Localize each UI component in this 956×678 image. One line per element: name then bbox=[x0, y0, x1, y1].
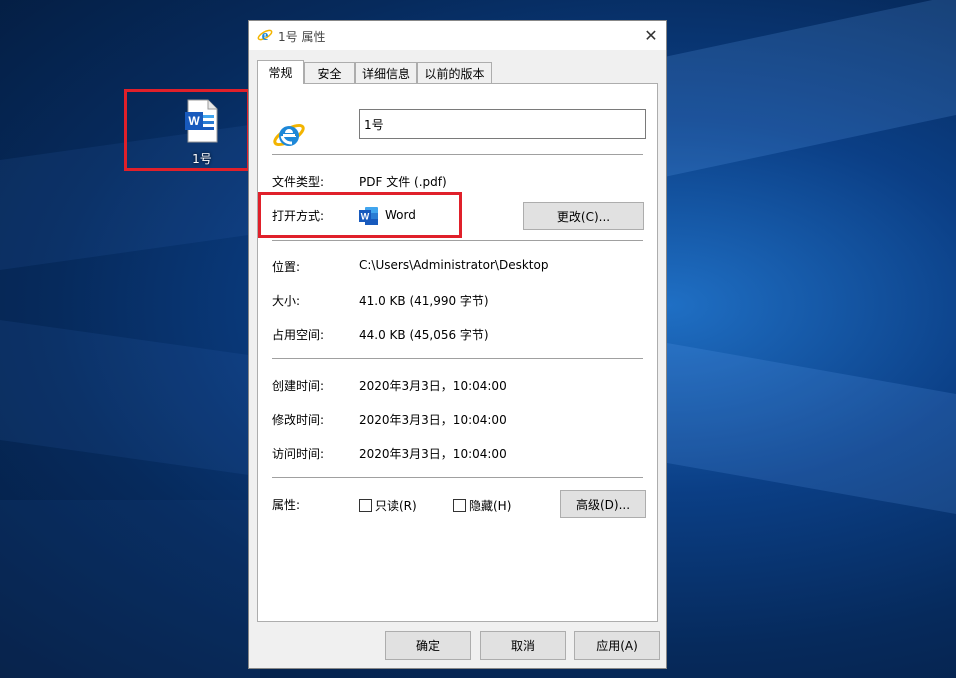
location-label: 位置: bbox=[272, 260, 301, 274]
tab-general[interactable]: 常规 bbox=[257, 60, 304, 84]
created-value: 2020年3月3日，10:04:00 bbox=[359, 379, 507, 393]
readonly-checkbox[interactable] bbox=[359, 499, 372, 512]
title-bar[interactable]: e 1号 属性 ✕ bbox=[249, 21, 666, 50]
separator bbox=[272, 477, 643, 478]
size-on-disk-label: 占用空间: bbox=[272, 328, 325, 342]
svg-text:W: W bbox=[188, 114, 200, 128]
tab-security[interactable]: 安全 bbox=[304, 62, 355, 83]
advanced-button[interactable]: 高级(D)... bbox=[560, 490, 646, 518]
hidden-checkbox[interactable] bbox=[453, 499, 466, 512]
cancel-button[interactable]: 取消 bbox=[480, 631, 566, 660]
svg-text:e: e bbox=[262, 28, 269, 43]
hidden-checkbox-label[interactable]: 隐藏(H) bbox=[469, 497, 511, 514]
file-type-value: PDF 文件 (.pdf) bbox=[359, 175, 447, 189]
accessed-label: 访问时间: bbox=[272, 447, 325, 461]
open-with-value: Word bbox=[385, 208, 416, 222]
change-button[interactable]: 更改(C)... bbox=[523, 202, 644, 230]
open-with-label: 打开方式: bbox=[272, 209, 325, 223]
location-value: C:\Users\Administrator\Desktop bbox=[359, 258, 549, 272]
tab-details[interactable]: 详细信息 bbox=[355, 62, 417, 83]
wallpaper-beam bbox=[650, 340, 956, 524]
dialog-title: 1号 属性 bbox=[278, 30, 326, 44]
separator bbox=[272, 358, 643, 359]
wallpaper-beam bbox=[650, 0, 956, 180]
readonly-checkbox-label[interactable]: 只读(R) bbox=[375, 497, 417, 514]
accessed-value: 2020年3月3日，10:04:00 bbox=[359, 447, 507, 461]
properties-dialog: e 1号 属性 ✕ 常规 安全 详细信息 以前的版本 文件类型: PDF 文件 … bbox=[248, 20, 667, 669]
size-on-disk-value: 44.0 KB (45,056 字节) bbox=[359, 328, 489, 342]
attributes-label: 属性: bbox=[272, 498, 301, 512]
size-value: 41.0 KB (41,990 字节) bbox=[359, 294, 489, 308]
created-label: 创建时间: bbox=[272, 379, 325, 393]
file-name-input[interactable] bbox=[359, 109, 646, 139]
size-label: 大小: bbox=[272, 294, 301, 308]
close-button[interactable]: ✕ bbox=[636, 21, 666, 50]
tab-previous-versions[interactable]: 以前的版本 bbox=[417, 62, 492, 83]
word-document-icon: W bbox=[185, 99, 218, 143]
modified-label: 修改时间: bbox=[272, 413, 325, 427]
separator bbox=[272, 154, 643, 155]
modified-value: 2020年3月3日，10:04:00 bbox=[359, 413, 507, 427]
internet-explorer-icon: e bbox=[257, 28, 273, 43]
wallpaper-beam bbox=[0, 320, 260, 477]
wallpaper-beam bbox=[0, 500, 260, 678]
apply-button[interactable]: 应用(A) bbox=[574, 631, 660, 660]
separator bbox=[272, 240, 643, 241]
ok-button[interactable]: 确定 bbox=[385, 631, 471, 660]
file-type-label: 文件类型: bbox=[272, 175, 325, 189]
svg-text:W: W bbox=[361, 212, 370, 222]
internet-explorer-icon bbox=[273, 123, 305, 147]
desktop-file-icon[interactable]: W 1号 bbox=[124, 89, 250, 171]
word-app-icon: W bbox=[359, 207, 378, 225]
general-tab-panel: 文件类型: PDF 文件 (.pdf) 打开方式: W Word 更改(C)..… bbox=[257, 83, 658, 622]
